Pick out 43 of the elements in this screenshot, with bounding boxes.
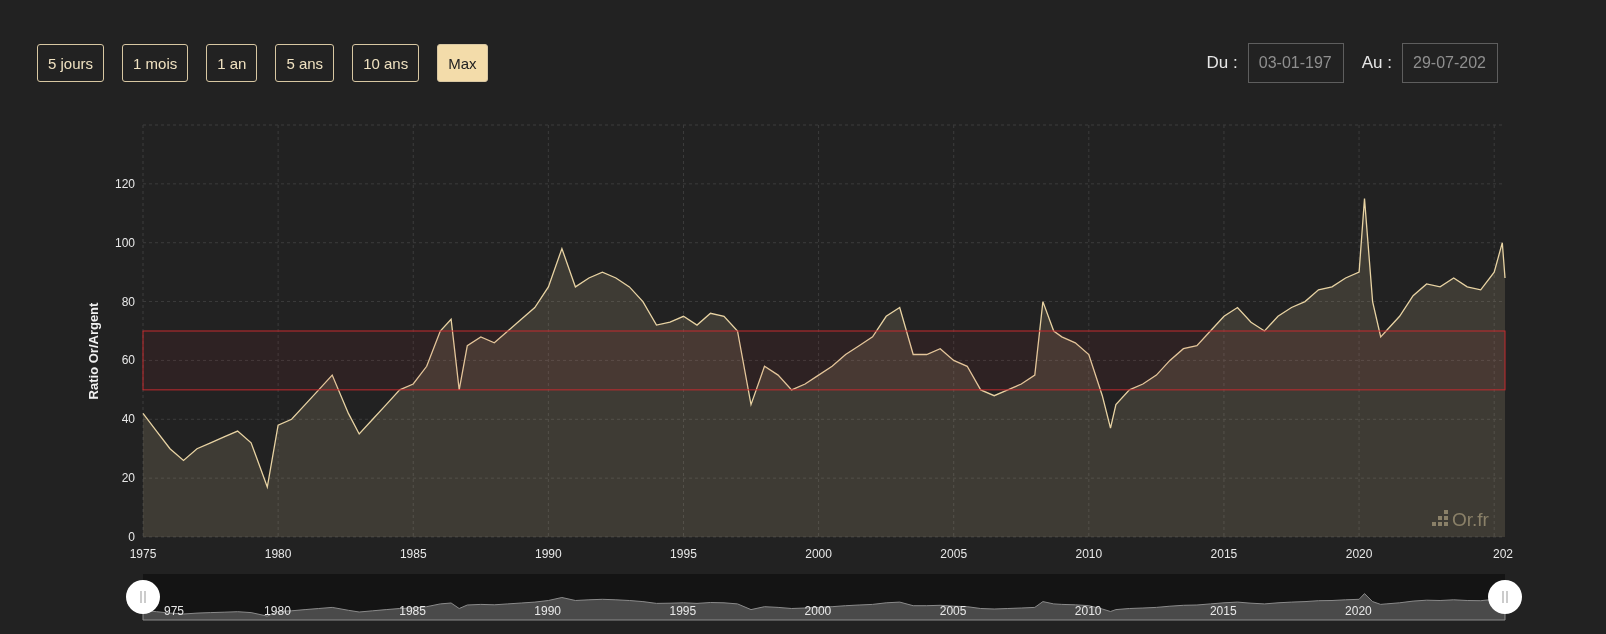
x-tick-label: 2005 xyxy=(940,547,968,560)
x-tick-label: 1975 xyxy=(129,547,157,560)
range-button[interactable]: 5 ans xyxy=(275,44,335,82)
y-axis-title: Ratio Or/Argent xyxy=(86,302,101,400)
range-button[interactable]: 1 an xyxy=(206,44,258,82)
y-tick-label: 60 xyxy=(121,353,135,368)
x-tick-label: 1980 xyxy=(264,547,292,560)
logo-icon xyxy=(1432,510,1448,526)
navigator-label: 975 xyxy=(164,604,185,618)
from-date-field[interactable]: 03-01-197 xyxy=(1247,43,1344,83)
x-tick-label: 2000 xyxy=(805,547,832,560)
navigator-label: 2000 xyxy=(804,604,832,618)
x-tick-label: 1995 xyxy=(670,547,697,560)
left-handle[interactable] xyxy=(126,580,160,614)
range-button[interactable]: 1 mois xyxy=(122,44,189,82)
y-tick-label: 20 xyxy=(121,471,135,486)
range-button[interactable]: 10 ans xyxy=(352,44,420,82)
range-button[interactable]: 5 jours xyxy=(37,44,105,82)
x-tick-label: 1990 xyxy=(535,547,562,560)
x-tick-label: 1985 xyxy=(399,547,427,560)
y-tick-label: 100 xyxy=(114,235,135,250)
y-tick-label: 40 xyxy=(121,412,135,427)
range-button[interactable]: Max xyxy=(437,44,488,82)
from-label: Du : xyxy=(1206,53,1238,73)
y-tick-label: 80 xyxy=(121,294,135,309)
x-tick-label: 2010 xyxy=(1075,547,1103,560)
navigator-label: 1985 xyxy=(399,604,426,618)
navigator-label: 2005 xyxy=(939,604,967,618)
navigator-label: 1980 xyxy=(264,604,291,618)
y-tick-label: 120 xyxy=(114,176,135,191)
navigator-label: 2010 xyxy=(1074,604,1102,618)
navigator-label: 1990 xyxy=(534,604,562,618)
to-date-field[interactable]: 29-07-202 xyxy=(1402,43,1498,83)
x-tick-label: 202 xyxy=(1493,547,1514,560)
x-tick-label: 2020 xyxy=(1345,547,1373,560)
x-tick-label: 2015 xyxy=(1210,547,1238,560)
credit-text: Or.fr xyxy=(1452,509,1489,530)
navigator-label: 2020 xyxy=(1345,604,1372,618)
navigator-label: 2015 xyxy=(1209,604,1237,618)
to-label: Au : xyxy=(1361,53,1392,73)
navigator-label: 1995 xyxy=(669,604,697,618)
y-tick-label: 0 xyxy=(128,530,135,544)
right-handle[interactable] xyxy=(1488,580,1522,614)
